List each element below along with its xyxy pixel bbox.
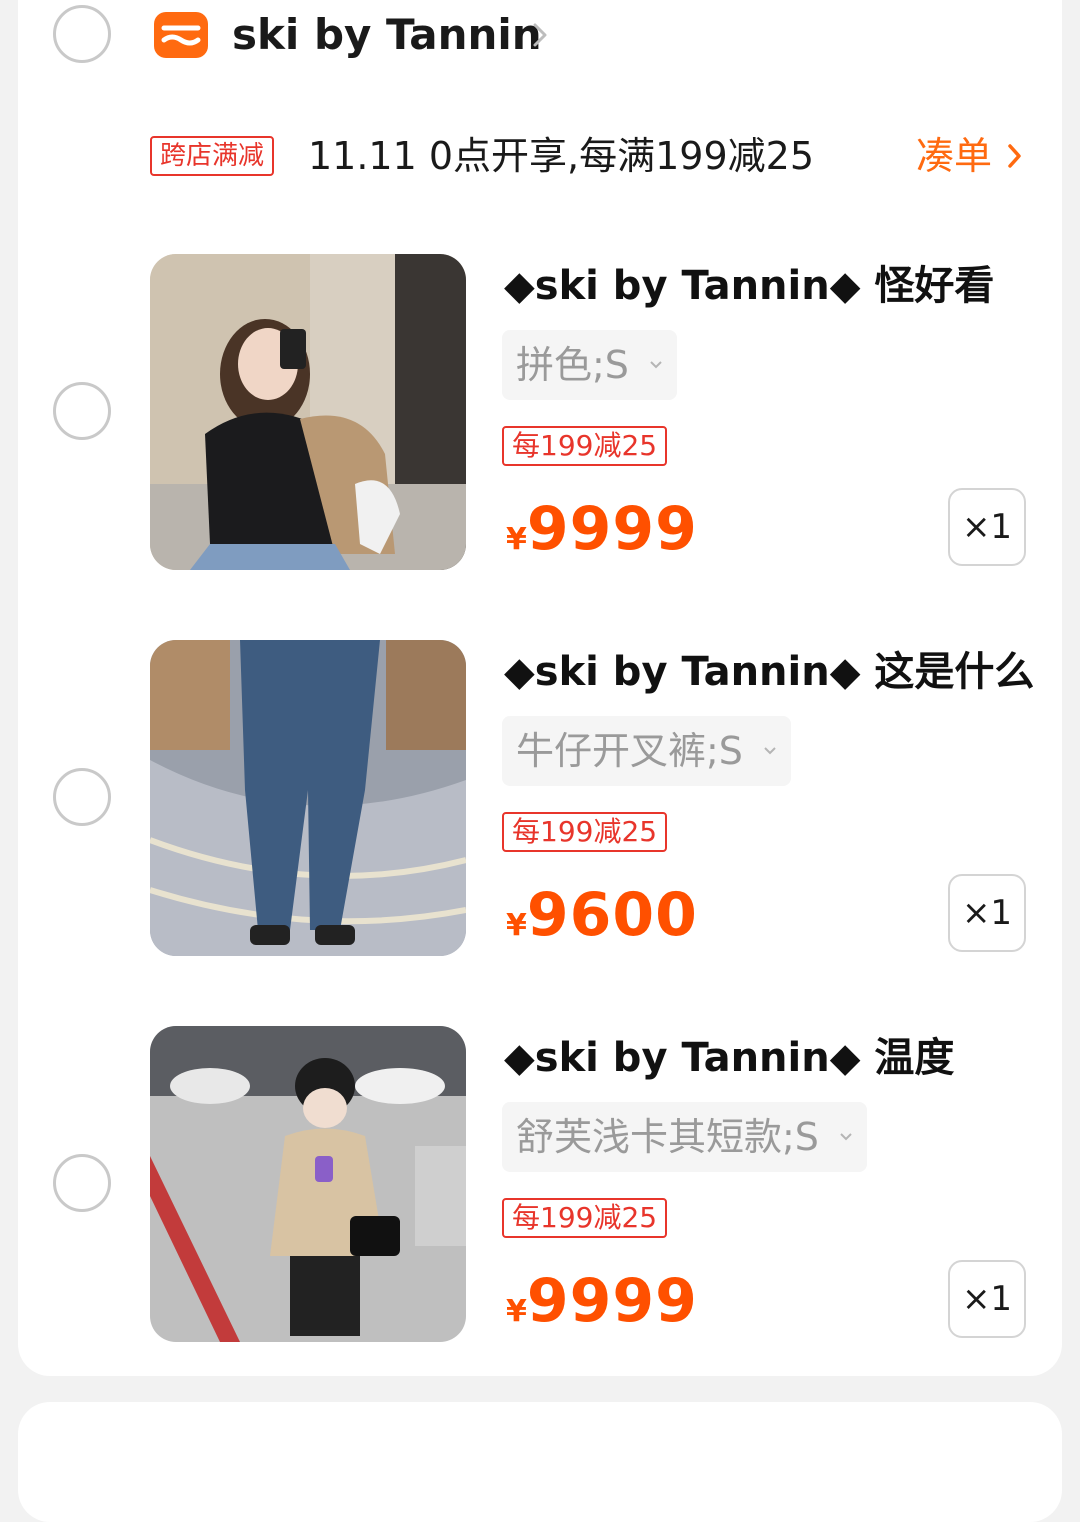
item-price: ¥9999 [506, 494, 698, 564]
product-thumbnail[interactable] [150, 640, 466, 956]
price-value: 9999 [526, 494, 698, 564]
item-discount-tag: 每199减25 [502, 1198, 668, 1238]
quantity-button[interactable]: ×1 [948, 1260, 1026, 1338]
item-discount-tag: 每199减25 [502, 426, 668, 466]
item-discount-tag: 每199减25 [502, 812, 668, 852]
item-sku-label: 舒芙浅卡其短款;S [516, 1115, 819, 1159]
product-thumbnail[interactable] [150, 1026, 466, 1342]
product-thumbnail[interactable] [150, 254, 466, 570]
item-sku-label: 牛仔开叉裤;S [516, 729, 743, 773]
item-sku-selector[interactable]: 牛仔开叉裤;S [502, 716, 791, 786]
item-sku-label: 拼色;S [516, 343, 629, 387]
item-sku-selector[interactable]: 舒芙浅卡其短款;S [502, 1102, 867, 1172]
quantity-button[interactable]: ×1 [948, 874, 1026, 952]
item-select-radio[interactable] [53, 382, 111, 440]
price-value: 9999 [526, 1266, 698, 1336]
item-select-radio[interactable] [53, 1154, 111, 1212]
chevron-down-icon [764, 747, 776, 755]
item-title[interactable]: ◆ski by Tannin◆ 温度 [504, 1030, 954, 1086]
item-select-radio[interactable] [53, 768, 111, 826]
cross-store-promo-badge: 跨店满减 [150, 136, 275, 176]
chevron-down-icon [840, 1133, 852, 1141]
item-price: ¥9600 [506, 880, 698, 950]
shop-store-icon [154, 12, 208, 58]
collect-order-link[interactable]: 凑单 [916, 130, 992, 182]
chevron-down-icon [650, 361, 662, 369]
item-sku-selector[interactable]: 拼色;S [502, 330, 677, 400]
quantity-button[interactable]: ×1 [948, 488, 1026, 566]
promo-description: 11.11 0点开享,每满199减25 [308, 134, 815, 178]
currency-symbol: ¥ [506, 1294, 527, 1329]
next-shop-card [18, 1402, 1062, 1522]
shop-name[interactable]: ski by Tannin [232, 6, 542, 64]
currency-symbol: ¥ [506, 522, 527, 557]
chevron-right-icon[interactable] [1006, 142, 1024, 170]
product-photo-sweater [150, 254, 466, 570]
shop-select-radio[interactable] [53, 5, 111, 63]
item-title[interactable]: ◆ski by Tannin◆ 怪好看 [504, 258, 994, 314]
item-title[interactable]: ◆ski by Tannin◆ 这是什么 [504, 644, 1034, 700]
product-photo-jacket [150, 1026, 466, 1342]
product-photo-jeans [150, 640, 466, 956]
item-price: ¥9999 [506, 1266, 698, 1336]
currency-symbol: ¥ [506, 908, 527, 943]
price-value: 9600 [526, 880, 698, 950]
chevron-right-icon[interactable] [530, 20, 550, 50]
